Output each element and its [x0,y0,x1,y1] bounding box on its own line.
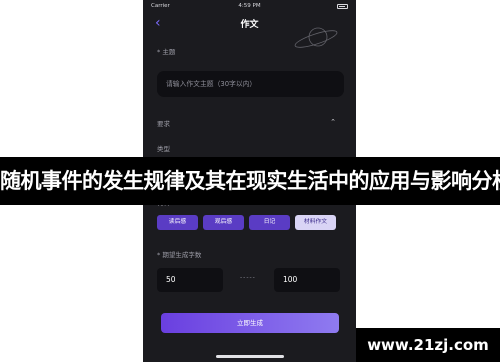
battery-icon [337,4,348,9]
chip-reading-review[interactable]: 读后感 [157,215,198,230]
home-indicator [216,355,284,358]
status-time: 4:59 PM [238,3,261,9]
word-count-label: * 期望生成字数 [157,251,202,259]
topic-label: * 主题 [157,48,176,56]
generate-button[interactable]: 立即生成 [161,313,339,333]
topic-input[interactable]: 请输入作文主题（30字以内） [157,71,344,97]
chip-material-essay[interactable]: 材料作文 [295,215,336,230]
chip-viewing-review[interactable]: 观后感 [203,215,244,230]
chip-diary[interactable]: 日记 [249,215,290,230]
requirements-label: 要求 [157,120,170,128]
overlay-banner: 随机事件的发生规律及其在现实生活中的应用与影响分析 [0,157,500,205]
watermark: www.21zj.com [356,328,500,362]
material-chip-row: 读后感 观后感 日记 材料作文 [157,215,336,230]
min-words-input[interactable]: 50 [157,268,223,292]
chevron-up-icon[interactable]: ⌃ [330,118,336,126]
range-separator: ----- [240,274,256,281]
planet-icon [294,27,338,48]
type-label: 类型 [157,145,170,153]
max-words-input[interactable]: 100 [274,268,340,292]
status-bar: Carrier 4:59 PM [143,0,356,12]
